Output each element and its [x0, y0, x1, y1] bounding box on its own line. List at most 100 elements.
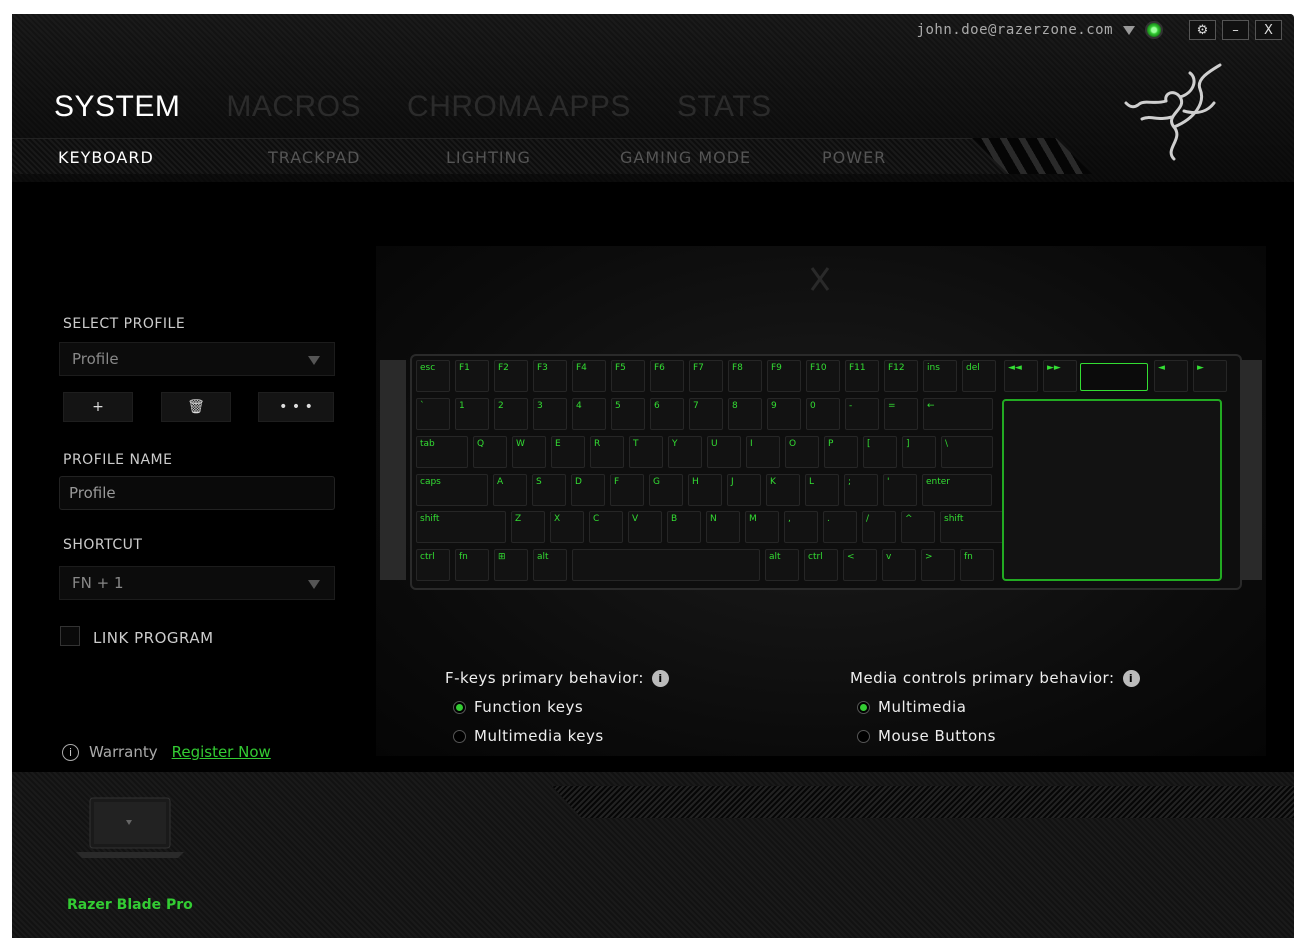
keyboard-key[interactable]: F2: [494, 360, 528, 392]
tab-stats[interactable]: STATS: [677, 90, 772, 124]
radio-unselected-icon[interactable]: [453, 729, 466, 743]
profile-select[interactable]: Profile: [59, 342, 335, 376]
keyboard-key[interactable]: enter: [922, 474, 992, 506]
media-key[interactable]: ►►: [1043, 360, 1077, 392]
keyboard-key[interactable]: V: [628, 511, 662, 543]
keyboard-key[interactable]: F12: [884, 360, 918, 392]
keyboard-key[interactable]: /: [862, 511, 896, 543]
media-key[interactable]: ◄◄: [1004, 360, 1038, 392]
subtab-trackpad[interactable]: TRACKPAD: [268, 148, 446, 167]
keyboard-key[interactable]: F4: [572, 360, 606, 392]
keyboard-key[interactable]: tab: [416, 436, 468, 468]
link-program-checkbox[interactable]: [60, 626, 80, 646]
keyboard-key[interactable]: 2: [494, 398, 528, 430]
keyboard-key[interactable]: S: [532, 474, 566, 506]
keyboard-key[interactable]: R: [590, 436, 624, 468]
keyboard-key[interactable]: G: [649, 474, 683, 506]
keyboard-key[interactable]: J: [727, 474, 761, 506]
keyboard-key[interactable]: ^: [901, 511, 935, 543]
keyboard-key[interactable]: 1: [455, 398, 489, 430]
radio-selected-icon[interactable]: [857, 700, 870, 714]
keyboard-key[interactable]: C: [589, 511, 623, 543]
info-icon[interactable]: i: [651, 670, 669, 687]
account-dropdown-icon[interactable]: [1123, 25, 1135, 35]
keyboard-key[interactable]: F6: [650, 360, 684, 392]
tab-macros[interactable]: MACROS: [226, 90, 361, 124]
info-icon[interactable]: i: [1122, 670, 1140, 687]
media-key[interactable]: ►: [1193, 360, 1227, 392]
keyboard-key[interactable]: N: [706, 511, 740, 543]
keyboard-key[interactable]: A: [493, 474, 527, 506]
keyboard-key[interactable]: 3: [533, 398, 567, 430]
keyboard-key[interactable]: 0: [806, 398, 840, 430]
keyboard-key[interactable]: alt: [533, 549, 567, 581]
keyboard-key[interactable]: Z: [511, 511, 545, 543]
keyboard-key[interactable]: D: [571, 474, 605, 506]
fkeys-option-multimedia[interactable]: Multimedia keys: [453, 727, 604, 745]
keyboard-key[interactable]: ctrl: [804, 549, 838, 581]
keyboard-key[interactable]: fn: [960, 549, 994, 581]
account-email[interactable]: john.doe@razerzone.com: [917, 22, 1113, 38]
keyboard-key[interactable]: F9: [767, 360, 801, 392]
keyboard-key[interactable]: P: [824, 436, 858, 468]
keyboard-key[interactable]: F3: [533, 360, 567, 392]
keyboard-key[interactable]: [: [863, 436, 897, 468]
keyboard-key[interactable]: ins: [923, 360, 957, 392]
keyboard-key[interactable]: shift: [416, 511, 506, 543]
delete-profile-button[interactable]: 🗑: [161, 392, 231, 422]
subtab-keyboard[interactable]: KEYBOARD: [58, 148, 268, 167]
keyboard-key[interactable]: F: [610, 474, 644, 506]
register-now-link[interactable]: Register Now: [172, 743, 271, 761]
keyboard-key[interactable]: 9: [767, 398, 801, 430]
radio-unselected-icon[interactable]: [857, 729, 870, 743]
keyboard-key[interactable]: v: [882, 549, 916, 581]
media-option-multimedia[interactable]: Multimedia: [857, 698, 966, 716]
tab-chroma-apps[interactable]: CHROMA APPS: [407, 90, 631, 124]
keyboard-key[interactable]: caps: [416, 474, 488, 506]
add-profile-button[interactable]: +: [63, 392, 133, 422]
shortcut-select[interactable]: FN + 1: [59, 566, 335, 600]
profile-name-input[interactable]: Profile: [59, 476, 335, 510]
spacebar-key[interactable]: [572, 549, 760, 581]
keyboard-key[interactable]: 4: [572, 398, 606, 430]
more-options-button[interactable]: • • •: [258, 392, 334, 422]
subtab-lighting[interactable]: LIGHTING: [446, 148, 620, 167]
device-name[interactable]: Razer Blade Pro: [67, 897, 193, 913]
keyboard-key[interactable]: H: [688, 474, 722, 506]
keyboard-key[interactable]: fn: [455, 549, 489, 581]
keyboard-key[interactable]: <: [843, 549, 877, 581]
keyboard-key[interactable]: F11: [845, 360, 879, 392]
radio-selected-icon[interactable]: [453, 700, 466, 714]
keyboard-key[interactable]: `: [416, 398, 450, 430]
media-option-mouse-buttons[interactable]: Mouse Buttons: [857, 727, 996, 745]
keyboard-key[interactable]: >: [921, 549, 955, 581]
keyboard-key[interactable]: F5: [611, 360, 645, 392]
settings-button[interactable]: ⚙: [1189, 20, 1216, 40]
laptop-device-icon[interactable]: [74, 796, 186, 864]
fkeys-option-function[interactable]: Function keys: [453, 698, 583, 716]
keyboard-key[interactable]: L: [805, 474, 839, 506]
volume-wheel[interactable]: [1080, 363, 1148, 391]
media-key[interactable]: ◄: [1154, 360, 1188, 392]
keyboard-key[interactable]: M: [745, 511, 779, 543]
keyboard-key[interactable]: T: [629, 436, 663, 468]
keyboard-key[interactable]: .: [823, 511, 857, 543]
keyboard-key[interactable]: O: [785, 436, 819, 468]
keyboard-key[interactable]: ctrl: [416, 549, 450, 581]
keyboard-key[interactable]: F7: [689, 360, 723, 392]
keyboard-key[interactable]: ': [883, 474, 917, 506]
keyboard-key[interactable]: X: [550, 511, 584, 543]
subtab-gaming-mode[interactable]: GAMING MODE: [620, 148, 822, 167]
keyboard-key[interactable]: W: [512, 436, 546, 468]
keyboard-key[interactable]: ]: [902, 436, 936, 468]
keyboard-key[interactable]: 8: [728, 398, 762, 430]
keyboard-key[interactable]: B: [667, 511, 701, 543]
keyboard-key[interactable]: I: [746, 436, 780, 468]
keyboard-key[interactable]: K: [766, 474, 800, 506]
keyboard-key[interactable]: ⊞: [494, 549, 528, 581]
trackpad-graphic[interactable]: [1002, 399, 1222, 581]
minimize-button[interactable]: –: [1222, 20, 1249, 40]
keyboard-key[interactable]: Q: [473, 436, 507, 468]
keyboard-key[interactable]: Y: [668, 436, 702, 468]
keyboard-key[interactable]: ,: [784, 511, 818, 543]
